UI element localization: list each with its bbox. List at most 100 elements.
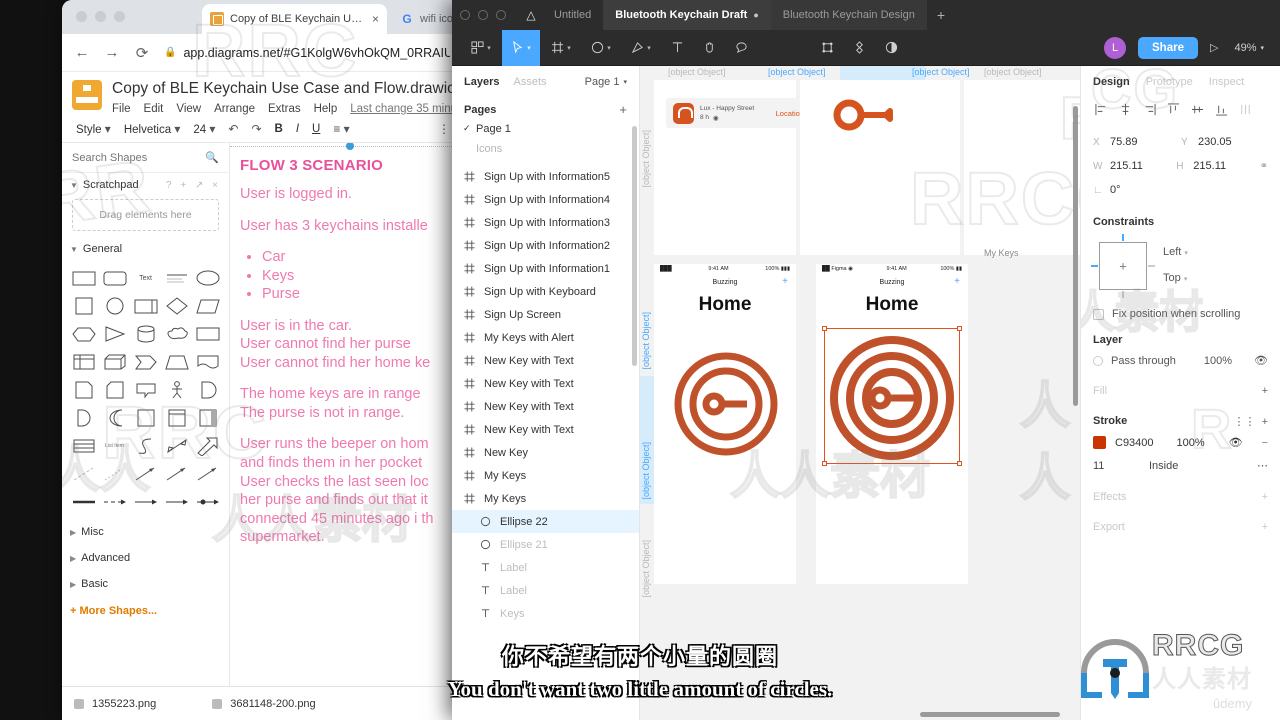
height-field[interactable]: H 215.11 [1176, 160, 1253, 172]
shape-text[interactable]: Text [132, 267, 159, 289]
shape-square2[interactable] [132, 407, 159, 429]
stroke-visibility-icon[interactable]: 👁 [1229, 436, 1243, 449]
maximize-window-button[interactable] [114, 11, 125, 22]
layer-row[interactable]: Keys [452, 602, 639, 625]
connection-point[interactable] [346, 143, 354, 150]
shape-rectangle[interactable] [70, 267, 97, 289]
add-effect-button[interactable]: + [1262, 491, 1268, 503]
style-dropdown[interactable]: Style ▾ [76, 122, 111, 136]
browser-tab-drawio[interactable]: Copy of BLE Keychain Use Ca × [202, 4, 387, 34]
fix-position-row[interactable]: Fix position when scrolling [1081, 298, 1280, 320]
menu-edit[interactable]: Edit [144, 103, 164, 115]
layer-row[interactable]: New Key with Text [452, 349, 639, 372]
add-export-button[interactable]: + [1262, 521, 1268, 533]
scratchpad-dropzone[interactable]: Drag elements here [72, 199, 219, 231]
italic-button[interactable]: I [296, 123, 299, 135]
stroke-color-row[interactable]: C93400 100% 👁 − [1081, 431, 1280, 454]
layer-row[interactable]: Sign Up with Keyboard [452, 280, 639, 303]
layer-row[interactable]: Label [452, 556, 639, 579]
rotation-field[interactable]: ∟ 0° [1093, 184, 1175, 196]
close-icon[interactable]: × [372, 12, 379, 26]
align-left-icon[interactable] [1089, 98, 1113, 120]
share-button[interactable]: Share [1138, 36, 1198, 59]
canvas-scrollbar-h[interactable] [920, 712, 1060, 717]
shape-note[interactable] [70, 379, 97, 401]
layer-blend-row[interactable]: Pass through 100% 👁 [1081, 350, 1280, 371]
resize-handle[interactable] [957, 461, 962, 466]
shape-crescent[interactable] [101, 407, 128, 429]
shape-parallelogram[interactable] [194, 295, 221, 317]
scratchpad-actions[interactable]: ? + ↗ × [166, 180, 221, 191]
download-item[interactable]: 3681148-200.png [212, 698, 316, 710]
layer-row[interactable]: New Key [452, 441, 639, 464]
align-icon[interactable]: ≡ ▾ [333, 122, 349, 136]
shape-table[interactable] [70, 351, 97, 373]
add-icon[interactable]: + [954, 276, 960, 287]
menu-arrange[interactable]: Arrange [214, 103, 255, 115]
hand-tool-icon[interactable] [694, 30, 724, 66]
shape-hexagon[interactable] [70, 323, 97, 345]
page-selector[interactable]: Page 1 ▾ [585, 76, 627, 88]
pen-tool-icon[interactable]: ▾ [622, 30, 660, 66]
shape-dashed-line[interactable] [70, 463, 97, 485]
layer-row[interactable]: Ellipse 22 [452, 510, 639, 533]
stroke-weight-row[interactable]: 11 Inside ⋯ [1081, 454, 1280, 477]
scratchpad-header[interactable]: ▼ Scratchpad ? + ↗ × [62, 173, 229, 197]
tab-assets[interactable]: Assets [513, 76, 546, 88]
plugin-icon[interactable] [844, 30, 874, 66]
bold-button[interactable]: B [275, 123, 283, 135]
layer-row[interactable]: My Keys with Alert [452, 326, 639, 349]
address-bar[interactable]: 🔒 app.diagrams.net/#G1KolgW6vhOkQM_0RRAI… [164, 46, 450, 60]
shape-trapezoid[interactable] [163, 351, 190, 373]
play-icon[interactable]: ▷ [1210, 41, 1218, 54]
zoom-dropdown[interactable]: 49% ▾ [1234, 42, 1264, 54]
sidebar-section-basic[interactable]: ▶ Basic [62, 571, 229, 597]
figma-tab-bluetooth-keychain-design[interactable]: Bluetooth Keychain Design [770, 0, 927, 30]
font-size-dropdown[interactable]: 24 ▾ [193, 122, 215, 136]
shape-sidebar[interactable] [194, 407, 221, 429]
overflow-menu-icon[interactable]: ⋮ [438, 122, 450, 136]
figma-traffic-lights[interactable] [460, 10, 506, 20]
layer-row[interactable]: Sign Up with Information2 [452, 234, 639, 257]
layer-row[interactable]: Ellipse 21 [452, 533, 639, 556]
layer-row[interactable]: New Key with Text [452, 395, 639, 418]
add-stroke-button[interactable]: ⋮⋮ + [1233, 415, 1268, 428]
notification-card[interactable]: Lux - Happy Street 8 h ◉ Location [666, 98, 811, 128]
comment-tool-icon[interactable] [726, 30, 756, 66]
layer-row[interactable]: Sign Up with Information1 [452, 257, 639, 280]
constraint-vertical[interactable]: Top ▾ [1163, 272, 1188, 298]
menu-view[interactable]: View [176, 103, 201, 115]
layer-row[interactable]: New Key with Text [452, 418, 639, 441]
page-item-icons[interactable]: Icons [452, 139, 639, 159]
canvas-scrollbar-v[interactable] [1073, 106, 1078, 406]
tab-layers[interactable]: Layers [464, 76, 499, 88]
general-section-header[interactable]: ▼ General [62, 237, 229, 261]
shape-arrow-pentagon[interactable] [132, 351, 159, 373]
sidebar-section-advanced[interactable]: ▶ Advanced [62, 545, 229, 571]
forward-icon[interactable]: → [104, 44, 120, 61]
layer-row[interactable]: Label [452, 579, 639, 602]
y-field[interactable]: Y 230.05 [1181, 136, 1263, 148]
layer-row[interactable]: Sign Up with Information4 [452, 188, 639, 211]
stroke-color-swatch[interactable] [1093, 436, 1106, 449]
sidebar-section-misc[interactable]: ▶ Misc [62, 519, 229, 545]
tab-prototype[interactable]: Prototype [1146, 76, 1193, 88]
shape-list-item[interactable]: List Item [101, 435, 128, 457]
shape-window[interactable] [163, 407, 190, 429]
main-menu-icon[interactable]: ▾ [462, 30, 500, 66]
add-page-button[interactable]: + [619, 102, 627, 117]
checkbox[interactable] [1093, 308, 1104, 320]
x-field[interactable]: X 75.89 [1093, 136, 1175, 148]
more-shapes-button[interactable]: + More Shapes... [62, 597, 229, 625]
shape-halfcircle[interactable] [70, 407, 97, 429]
distribute-menu-icon[interactable] [1233, 98, 1257, 120]
constraint-tick-top[interactable] [1122, 234, 1124, 241]
visibility-icon[interactable]: 👁 [1254, 354, 1268, 367]
shape-process[interactable] [132, 295, 159, 317]
stroke-options-icon[interactable]: ⋯ [1257, 459, 1268, 472]
shape-arrow-thin2[interactable] [194, 463, 221, 485]
shape-diamond[interactable] [163, 295, 190, 317]
minimize-window-button[interactable] [95, 11, 106, 22]
align-horizontal-center-icon[interactable] [1113, 98, 1137, 120]
align-top-icon[interactable] [1161, 98, 1185, 120]
